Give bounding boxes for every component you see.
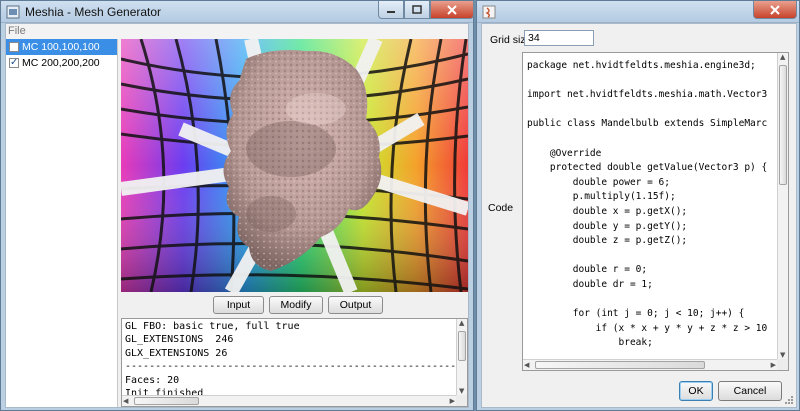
log-line: GL FBO: basic true, full true bbox=[125, 321, 300, 332]
mesh-list-item[interactable]: MC 100,100,100 bbox=[6, 39, 117, 55]
log-output[interactable]: GL FBO: basic true, full true GL_EXTENSIO… bbox=[121, 318, 468, 407]
log-line: ----------------------------------------… bbox=[125, 361, 457, 373]
mesh-label: MC 200,200,200 bbox=[22, 57, 100, 69]
modify-button[interactable]: Modify bbox=[269, 296, 323, 314]
scroll-right-icon[interactable]: ▶ bbox=[450, 397, 455, 405]
code-line: for (int j = 0; j < 10; j++) { bbox=[527, 308, 745, 320]
scroll-down-icon[interactable]: ▼ bbox=[780, 351, 785, 359]
scroll-corner bbox=[777, 359, 788, 370]
input-button[interactable]: Input bbox=[213, 296, 264, 314]
scroll-corner bbox=[456, 395, 467, 406]
code-line: double y = p.getY(); bbox=[527, 220, 688, 232]
code-text: package net.hvidtfeldts.meshia.engine3d;… bbox=[527, 59, 768, 370]
scroll-thumb[interactable] bbox=[458, 331, 466, 361]
code-line: import net.hvidtfeldts.meshia.math.Vecto… bbox=[527, 89, 768, 101]
scroll-down-icon[interactable]: ▼ bbox=[459, 387, 464, 395]
mesh-checkbox[interactable] bbox=[9, 55, 19, 71]
code-line: double x = p.getX(); bbox=[527, 205, 688, 217]
scroll-thumb[interactable] bbox=[535, 361, 705, 369]
log-line: GLX_EXTENSIONS 26 bbox=[125, 347, 228, 359]
java-icon bbox=[482, 5, 496, 19]
scroll-thumb[interactable] bbox=[134, 397, 199, 405]
resize-grip-icon[interactable] bbox=[784, 395, 794, 405]
mesh-list[interactable]: MC 100,100,100 MC 200,200,200 bbox=[6, 39, 118, 407]
main-window-title: Meshia - Mesh Generator bbox=[25, 5, 162, 19]
menu-bar: File bbox=[6, 24, 468, 39]
minimize-button[interactable] bbox=[378, 1, 404, 19]
cancel-button[interactable]: Cancel bbox=[718, 381, 782, 401]
scroll-up-icon[interactable]: ▲ bbox=[459, 319, 464, 327]
log-horizontal-scrollbar[interactable]: ◀ ▶ bbox=[122, 395, 456, 406]
code-line: double power = 6; bbox=[527, 176, 670, 188]
log-vertical-scrollbar[interactable]: ▲ ▼ bbox=[456, 319, 467, 395]
dialog-titlebar[interactable] bbox=[477, 1, 799, 23]
output-button[interactable]: Output bbox=[328, 296, 383, 314]
ok-button[interactable]: OK bbox=[679, 381, 713, 401]
code-line: double z = p.getZ(); bbox=[527, 235, 688, 247]
app-icon bbox=[6, 5, 20, 19]
3d-viewport[interactable] bbox=[121, 39, 468, 292]
log-text: GL FBO: basic true, full true GL_EXTENSIO… bbox=[125, 320, 457, 406]
code-line: if (x * x + y * y + z * z > 10 bbox=[527, 322, 768, 334]
grid-size-input[interactable] bbox=[524, 30, 594, 46]
code-horizontal-scrollbar[interactable]: ◀ ▶ bbox=[523, 359, 777, 370]
main-client-area: File MC 100,100,100 MC 200,200,200 bbox=[5, 23, 469, 408]
close-button[interactable] bbox=[430, 1, 474, 19]
code-line: protected double getValue(Vector3 p) { bbox=[527, 162, 768, 174]
code-vertical-scrollbar[interactable]: ▲ ▼ bbox=[777, 53, 788, 359]
scroll-left-icon[interactable]: ◀ bbox=[524, 361, 529, 369]
panel-button-bar: Input Modify Output bbox=[121, 292, 468, 318]
mandelbulb-render bbox=[121, 39, 468, 292]
code-label: Code bbox=[488, 202, 514, 214]
close-icon bbox=[447, 4, 457, 15]
main-window: Meshia - Mesh Generator File MC 100,100,… bbox=[0, 0, 474, 411]
mesh-label: MC 100,100,100 bbox=[22, 41, 100, 53]
menu-file[interactable]: File bbox=[8, 25, 26, 37]
scroll-left-icon[interactable]: ◀ bbox=[123, 397, 128, 405]
main-titlebar[interactable]: Meshia - Mesh Generator bbox=[1, 1, 474, 23]
code-line: package net.hvidtfeldts.meshia.engine3d; bbox=[527, 60, 756, 71]
code-editor[interactable]: package net.hvidtfeldts.meshia.engine3d;… bbox=[522, 52, 789, 371]
minimize-icon bbox=[387, 10, 395, 13]
code-line: double dr = 1; bbox=[527, 278, 653, 290]
maximize-button[interactable] bbox=[404, 1, 430, 19]
close-icon bbox=[770, 4, 780, 15]
code-line: @Override bbox=[527, 147, 602, 159]
log-line: Faces: 20 bbox=[125, 374, 180, 386]
mesh-checkbox[interactable] bbox=[9, 42, 19, 52]
code-line: public class Mandelbulb extends SimpleMa… bbox=[527, 118, 768, 130]
code-dialog: Grid size Code package net.hvidtfeldts.m… bbox=[476, 0, 800, 411]
code-line: break; bbox=[527, 337, 653, 349]
maximize-icon bbox=[412, 5, 422, 14]
scroll-right-icon[interactable]: ▶ bbox=[771, 361, 776, 369]
scroll-thumb[interactable] bbox=[779, 65, 787, 185]
dialog-client-area: Grid size Code package net.hvidtfeldts.m… bbox=[481, 23, 797, 408]
log-line: GL_EXTENSIONS 246 bbox=[125, 334, 234, 346]
code-line: double r = 0; bbox=[527, 264, 648, 276]
code-line: p.multiply(1.15f); bbox=[527, 191, 676, 203]
scroll-up-icon[interactable]: ▲ bbox=[780, 53, 785, 61]
dialog-close-button[interactable] bbox=[753, 1, 797, 19]
mesh-list-item[interactable]: MC 200,200,200 bbox=[6, 55, 117, 71]
